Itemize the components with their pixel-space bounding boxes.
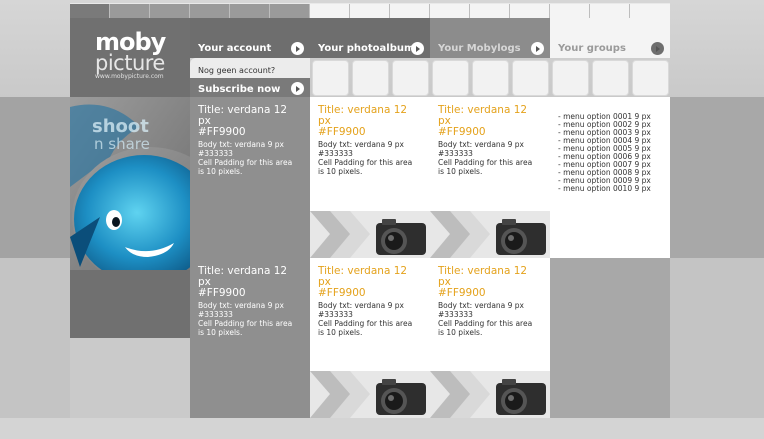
cell-title: Title: verdana 12 px [198,265,288,288]
background-bottom-band [0,418,764,439]
cell-title-color: #FF9900 [198,126,246,138]
cell-body: is 10 pixels. [198,167,243,176]
cell-title: Title: verdana 12 px [438,104,528,127]
photo-thumb[interactable] [512,60,549,96]
top-strip-cell [190,4,230,19]
top-strip-cell [270,4,310,19]
cell-body: Cell Padding for this area [438,158,533,167]
camera-banner [430,371,550,418]
arrow-right-icon[interactable] [651,42,664,55]
top-strip-cell [510,4,550,19]
top-strip-cell [150,4,190,19]
photo-thumb[interactable] [432,60,469,96]
logo-url: www.mobypicture.com [95,73,164,80]
cell-body: #333333 [198,149,233,158]
top-strip-cell [230,4,270,19]
arrow-right-icon[interactable] [411,42,424,55]
cell-body: Cell Padding for this area [318,319,413,328]
top-strip-cell [470,4,510,19]
content-cell-gray-1: Title: verdana 12 px #FF9900 Body txt: v… [190,97,310,258]
cell-title: Title: verdana 12 px [318,265,408,288]
camera-banner [310,211,430,258]
top-strip-cell [350,4,390,19]
arrow-right-icon[interactable] [291,42,304,55]
cell-body: Body txt: verdana 9 px [438,140,524,149]
right-margin-panel [670,97,764,258]
right-margin-lower [670,258,764,418]
photo-thumb[interactable] [392,60,429,96]
camera-icon [430,371,546,418]
top-strip-cell [590,4,630,19]
cell-body: Cell Padding for this area [198,319,293,328]
no-account-label: Nog geen account? [198,66,276,75]
top-strip-cell [430,4,470,19]
cell-title: Title: verdana 12 px [318,104,408,127]
arrow-right-icon[interactable] [531,42,544,55]
nav-your-photoalbum[interactable]: Your photoalbum [318,40,414,58]
cell-title-color: #FF9900 [198,287,246,299]
top-strip-cell [310,4,350,19]
logo-text-picture: picture [95,51,165,75]
nav-your-mobylogs[interactable]: Your Mobylogs [438,40,521,58]
camera-banner [310,371,430,418]
arrow-right-icon[interactable] [291,82,304,95]
cell-title-color: #FF9900 [318,126,366,138]
top-strip-cell [550,4,590,19]
cell-title-color: #FF9900 [438,287,486,299]
cell-body: is 10 pixels. [198,328,243,337]
logo-column-lower [70,338,190,418]
menu-option[interactable]: - menu option 0010 9 px [558,185,670,193]
cell-body: Body txt: verdana 9 px [318,301,404,310]
cell-body: #333333 [198,310,233,319]
photo-thumb[interactable] [592,60,629,96]
photo-thumb[interactable] [552,60,589,96]
tagline-share: n share [94,135,150,153]
subscribe-now-link[interactable]: Subscribe now [198,84,280,95]
cell-body: is 10 pixels. [318,167,363,176]
top-strip-dark [70,3,310,19]
cell-body: Body txt: verdana 9 px [438,301,524,310]
cell-body: Cell Padding for this area [198,158,293,167]
camera-icon [310,211,426,258]
top-strip-cell [70,4,110,19]
camera-icon [310,371,426,418]
cell-title-color: #FF9900 [318,287,366,299]
cell-body: is 10 pixels. [438,167,483,176]
cell-title: Title: verdana 12 px [438,265,528,288]
content-cell-photo-4: Title: verdana 12 px #FF9900 Body txt: v… [430,258,550,418]
photo-thumb[interactable] [352,60,389,96]
top-strip-cell [110,4,150,19]
cell-body: Body txt: verdana 9 px [198,140,284,149]
photo-thumb[interactable] [472,60,509,96]
cell-title-color: #FF9900 [438,126,486,138]
menu-column: - menu option 0001 9 px - menu option 00… [550,97,670,258]
cell-body: Body txt: verdana 9 px [318,140,404,149]
top-strip-light [310,3,670,19]
cell-body: is 10 pixels. [438,328,483,337]
cell-body: is 10 pixels. [318,328,363,337]
content-cell-gray-2: Title: verdana 12 px #FF9900 Body txt: v… [190,258,310,418]
nav-your-account[interactable]: Your account [198,40,271,58]
content-cell-photo-2: Title: verdana 12 px #FF9900 Body txt: v… [430,97,550,258]
cell-body: #333333 [438,310,473,319]
cell-body: #333333 [318,149,353,158]
photo-thumb[interactable] [312,60,349,96]
photo-thumb[interactable] [632,60,669,96]
cell-title: Title: verdana 12 px [198,104,288,127]
content-cell-photo-3: Title: verdana 12 px #FF9900 Body txt: v… [310,258,430,418]
camera-banner [430,211,550,258]
top-strip-cell [390,4,430,19]
camera-icon [430,211,546,258]
nav-your-groups[interactable]: Your groups [558,40,626,58]
cell-body: Cell Padding for this area [438,319,533,328]
content-cell-photo-1: Title: verdana 12 px #FF9900 Body txt: v… [310,97,430,258]
top-strip-cell [630,4,670,19]
cell-body: Body txt: verdana 9 px [198,301,284,310]
cell-body: Cell Padding for this area [318,158,413,167]
empty-panel [550,258,670,418]
tagline-shoot: shoot [92,116,149,137]
cell-body: #333333 [438,149,473,158]
cell-body: #333333 [318,310,353,319]
